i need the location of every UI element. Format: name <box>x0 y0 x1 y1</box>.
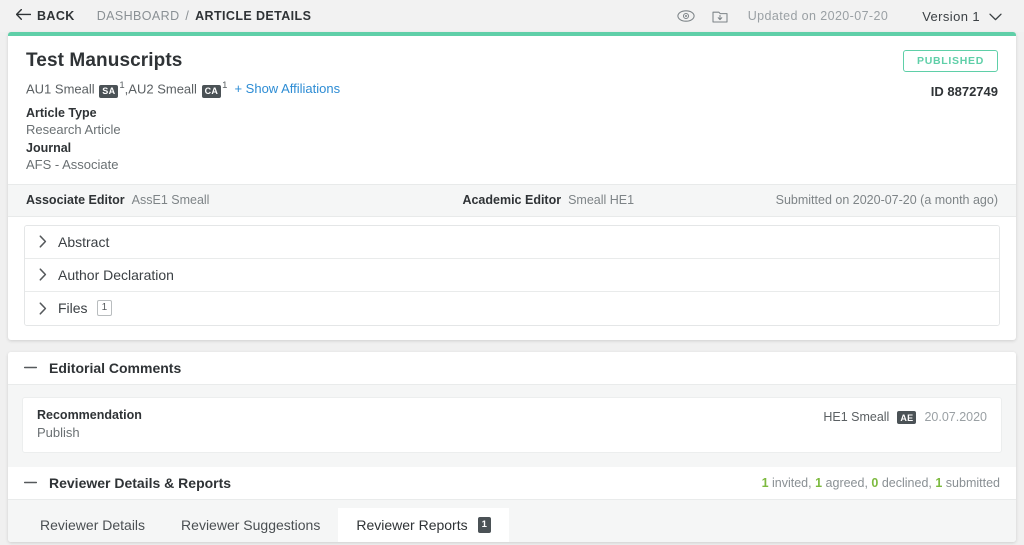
comment-author-role-badge: AE <box>897 411 917 425</box>
academic-editor-value: Smeall HE1 <box>568 193 635 208</box>
editorial-comments-title: Editorial Comments <box>49 359 182 376</box>
tab-label: Reviewer Suggestions <box>181 516 321 533</box>
chevron-down-icon <box>989 9 1002 24</box>
author-entry: AU1 Smeall SA1, <box>26 80 128 98</box>
breadcrumb: DASHBOARD / ARTICLE DETAILS <box>97 9 312 23</box>
stat-invited-label: invited, <box>768 475 812 490</box>
recommendation-block: Recommendation Publish <box>37 408 142 440</box>
journal-label: Journal <box>26 140 72 155</box>
status-badge[interactable]: PUBLISHED <box>903 50 998 72</box>
accordion-group: Abstract Author Declaration Files 1 <box>24 224 1000 326</box>
author-entry: AU2 Smeall CA1 <box>128 80 228 98</box>
author-name: AU2 Smeall <box>128 81 197 97</box>
tab-reviewer-suggestions[interactable]: Reviewer Suggestions <box>163 508 338 542</box>
accordion-files[interactable]: Files 1 <box>25 291 999 325</box>
arrow-left-icon <box>15 8 32 23</box>
stat-declined-label: declined, <box>878 475 932 490</box>
stat-agreed-label: agreed, <box>822 475 868 490</box>
journal-value: AFS - Associate <box>26 156 119 172</box>
page-title: Test Manuscripts <box>26 50 183 71</box>
author-role-badge: SA <box>99 84 119 98</box>
stat-invited-count: 1 <box>761 475 769 490</box>
comment-author-name: HE1 Smeall <box>823 409 890 424</box>
submitted-date: Submitted on 2020-07-20 (a month ago) <box>775 193 998 208</box>
editorial-comments-header[interactable]: Editorial Comments <box>8 351 1016 385</box>
accordion-author-declaration[interactable]: Author Declaration <box>25 258 999 292</box>
author-affiliation-marker: 1 <box>222 80 228 91</box>
article-details-card: Test Manuscripts AU1 Smeall SA1, AU2 Sme… <box>8 32 1016 340</box>
article-type-label: Article Type <box>26 105 97 120</box>
article-id: ID 8872749 <box>930 84 998 99</box>
breadcrumb-current: ARTICLE DETAILS <box>195 9 312 23</box>
folder-download-icon[interactable] <box>710 6 730 26</box>
reviewer-section-header[interactable]: Reviewer Details & Reports 1 invited, 1 … <box>8 466 1016 500</box>
eye-icon[interactable] <box>676 6 696 26</box>
show-affiliations-link[interactable]: + Show Affiliations <box>234 81 340 96</box>
files-count-badge: 1 <box>96 300 113 317</box>
reviewer-section-title: Reviewer Details & Reports <box>49 474 232 491</box>
author-name: AU1 Smeall <box>26 81 95 97</box>
tab-label: Reviewer Reports <box>356 516 468 533</box>
article-header-right: PUBLISHED ID 8872749 <box>903 50 998 99</box>
article-header: Test Manuscripts AU1 Smeall SA1, AU2 Sme… <box>8 36 1016 184</box>
breadcrumb-dashboard[interactable]: DASHBOARD <box>97 9 180 23</box>
chevron-right-icon <box>39 268 47 281</box>
minus-icon[interactable] <box>24 481 37 484</box>
academic-editor-label: Academic Editor <box>462 193 562 208</box>
recommendation-value: Publish <box>37 424 80 440</box>
recommendation-label: Recommendation <box>37 407 142 422</box>
minus-icon[interactable] <box>24 366 37 369</box>
accordion-label: Files <box>58 300 88 317</box>
updated-timestamp: Updated on 2020-07-20 <box>747 9 889 23</box>
topbar-actions: Updated on 2020-07-20 Version 1 <box>676 6 1008 26</box>
stat-submitted-label: submitted <box>942 475 1000 490</box>
breadcrumb-separator: / <box>185 9 190 23</box>
comment-author-meta: HE1 Smeall AE 20.07.2020 <box>823 408 987 425</box>
comments-and-reviewers-card: Editorial Comments Recommendation Publis… <box>8 351 1016 542</box>
associate-editor-label: Associate Editor <box>26 193 125 208</box>
tab-reviewer-reports[interactable]: Reviewer Reports 1 <box>338 507 509 542</box>
breadcrumb-bar: BACK DASHBOARD / ARTICLE DETAILS Updated… <box>0 0 1024 32</box>
chevron-right-icon <box>39 235 47 248</box>
comment-date: 20.07.2020 <box>924 409 987 424</box>
article-type-value: Research Article <box>26 121 121 137</box>
comment-item: Recommendation Publish HE1 Smeall AE 20.… <box>22 396 1002 453</box>
accordion-label: Abstract <box>58 233 110 250</box>
editorial-comments-body: Recommendation Publish HE1 Smeall AE 20.… <box>8 384 1016 467</box>
reviewer-tabs: Reviewer Details Reviewer Suggestions Re… <box>8 499 1016 542</box>
page-body: Test Manuscripts AU1 Smeall SA1, AU2 Sme… <box>0 32 1024 542</box>
tab-reviewer-details[interactable]: Reviewer Details <box>22 508 163 542</box>
version-label: Version 1 <box>922 8 980 24</box>
associate-editor-block: Associate Editor AssE1 Smeall <box>26 193 209 207</box>
article-sections: Abstract Author Declaration Files 1 <box>8 217 1016 340</box>
author-list: AU1 Smeall SA1, AU2 Smeall CA1 + Show Af… <box>26 80 998 98</box>
reviewer-stats: 1 invited, 1 agreed, 0 declined, 1 submi… <box>762 476 1000 490</box>
chevron-right-icon <box>39 302 47 315</box>
academic-editor-block: Academic Editor Smeall HE1 <box>462 193 634 207</box>
accordion-abstract[interactable]: Abstract <box>25 225 999 259</box>
author-role-badge: CA <box>201 84 222 98</box>
card-gap <box>8 340 1016 352</box>
editor-info-bar: Associate Editor AssE1 Smeall Academic E… <box>8 183 1016 217</box>
tab-count-badge: 1 <box>477 517 491 533</box>
back-button[interactable]: BACK <box>15 8 75 23</box>
accordion-label: Author Declaration <box>58 266 174 283</box>
back-label: BACK <box>37 9 75 23</box>
tab-label: Reviewer Details <box>40 516 146 533</box>
version-dropdown[interactable]: Version 1 <box>922 9 1008 24</box>
associate-editor-value: AssE1 Smeall <box>131 193 210 208</box>
